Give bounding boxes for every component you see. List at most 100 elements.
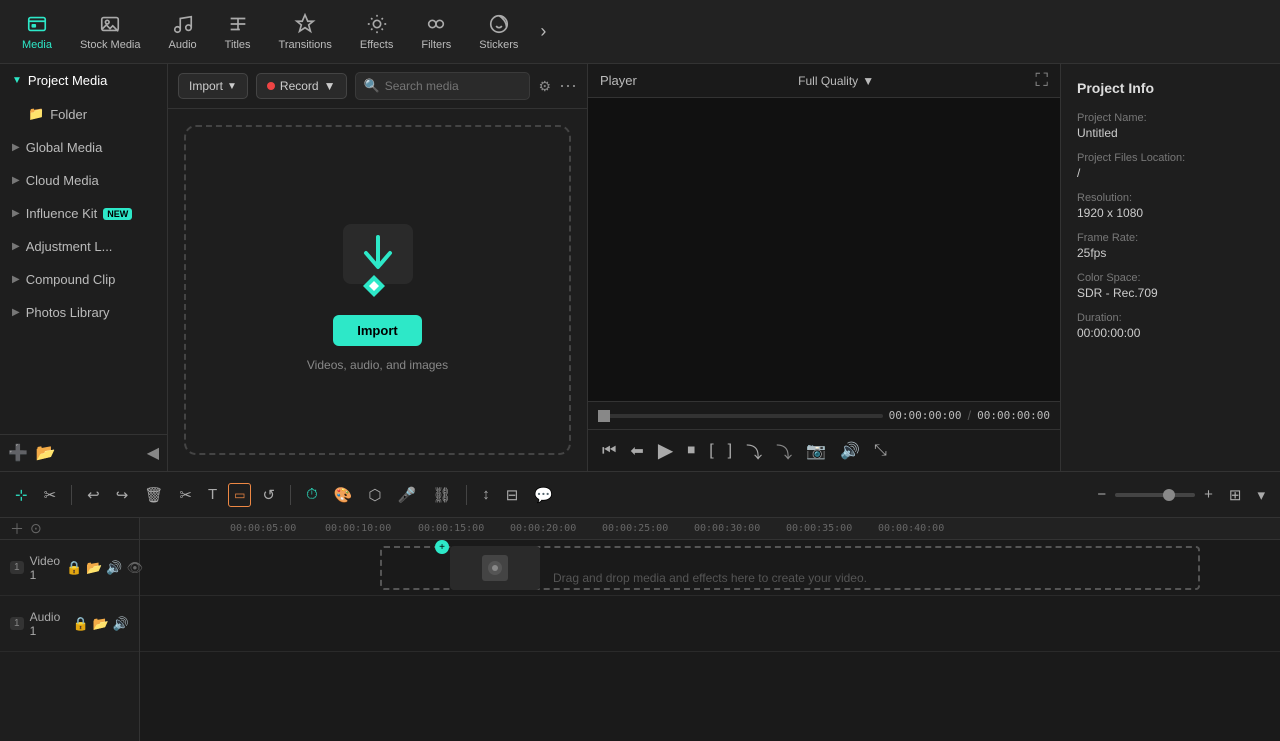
import-button[interactable]: Import ▼: [178, 73, 248, 99]
folder-icon[interactable]: 📂: [93, 616, 109, 632]
cut-button[interactable]: ✂: [174, 482, 197, 508]
timeline-ruler: 00:00:05:00 00:00:10:00 00:00:15:00 00:0…: [140, 518, 1280, 540]
mark-in-button[interactable]: [: [705, 440, 717, 462]
zoom-thumb: [1163, 489, 1175, 501]
media-drop-area[interactable]: Import Videos, audio, and images: [184, 125, 571, 455]
overwrite-button[interactable]: ⤵: [772, 437, 796, 465]
speaker-icon[interactable]: 🔊: [113, 616, 129, 632]
sidebar-item-cloud-media[interactable]: ▶ Cloud Media: [0, 164, 167, 197]
nav-more-button[interactable]: ›: [532, 15, 554, 48]
audio1-track-row[interactable]: [140, 596, 1280, 652]
more-options-button[interactable]: ▾: [1252, 482, 1270, 508]
sidebar-item-influence-kit[interactable]: ▶ Influence Kit NEW: [0, 197, 167, 230]
nav-item-transitions[interactable]: Transitions: [265, 7, 346, 57]
layout-button[interactable]: ⊞: [1224, 482, 1247, 508]
mark-out-button[interactable]: ]: [724, 440, 736, 462]
speed-button[interactable]: ⏱: [301, 482, 323, 507]
duration-row: Duration: 00:00:00:00: [1077, 312, 1264, 340]
detach-audio-button[interactable]: ⊟: [501, 482, 524, 508]
sidebar-item-adjustment[interactable]: ▶ Adjustment L...: [0, 230, 167, 263]
chevron-right-icon: ▶: [12, 208, 20, 219]
more-options-icon[interactable]: ⋯: [559, 76, 577, 97]
drop-hint-text: Videos, audio, and images: [307, 358, 448, 372]
skip-back-button[interactable]: ⏮: [598, 440, 620, 462]
nav-item-effects[interactable]: Effects: [346, 7, 407, 57]
zoom-slider[interactable]: [1115, 493, 1195, 497]
crop-button[interactable]: ▭: [228, 483, 251, 507]
preview-controls: ⏮ ⬅ ▶ ⏹ [ ] ⤵ ⤵ 📷 🔊 ⤡: [588, 429, 1060, 471]
text-button[interactable]: T: [203, 482, 222, 507]
play-button[interactable]: ▶: [654, 436, 677, 465]
ruler-tick-3: 00:00:15:00: [418, 523, 484, 534]
import-action-button[interactable]: Import: [333, 315, 421, 346]
toolbar-separator: [71, 485, 72, 505]
color-button[interactable]: 🎨: [329, 482, 358, 508]
nav-item-stock[interactable]: Stock Media: [66, 7, 155, 57]
add-track-button[interactable]: ＋: [10, 519, 24, 539]
nav-item-stickers[interactable]: Stickers: [465, 7, 532, 57]
speaker-icon[interactable]: 🔊: [106, 560, 122, 576]
video1-track-row[interactable]: + Drag and drop media and effects here t…: [140, 540, 1280, 596]
top-nav: Media Stock Media Audio Titles Transitio…: [0, 0, 1280, 64]
sidebar-item-folder[interactable]: 📁 Folder: [0, 97, 167, 131]
folder-button[interactable]: 📂: [36, 443, 56, 463]
search-input[interactable]: [385, 79, 522, 93]
edit-tool-button[interactable]: ✂: [39, 482, 62, 508]
preview-scrubber[interactable]: [598, 414, 883, 418]
redo-button[interactable]: ↪: [111, 482, 134, 508]
sidebar-item-global-media[interactable]: ▶ Global Media: [0, 131, 167, 164]
select-tool-button[interactable]: ⊹: [10, 482, 33, 508]
chevron-right-icon: ▶: [12, 175, 20, 186]
diamond-icon: [361, 273, 387, 299]
scrubber-thumb: [598, 410, 610, 422]
fullscreen-icon[interactable]: ⛶: [1035, 70, 1048, 91]
quality-select[interactable]: Full Quality ▼: [798, 74, 874, 88]
ruler-tick-2: 00:00:10:00: [325, 523, 391, 534]
stabilize-button[interactable]: ⬡: [363, 482, 386, 508]
sidebar-item-photos-library[interactable]: ▶ Photos Library: [0, 296, 167, 329]
record-dot-icon: [267, 82, 275, 90]
step-back-button[interactable]: ⬅: [626, 439, 647, 463]
import-icon-wrap: [333, 209, 423, 299]
stop-button[interactable]: ⏹: [683, 440, 699, 462]
color-space-row: Color Space: SDR - Rec.709: [1077, 272, 1264, 300]
zoom-out-button[interactable]: −: [1092, 482, 1111, 507]
undo-button[interactable]: ↩: [82, 482, 105, 508]
transform-button[interactable]: ⤡: [870, 440, 891, 462]
snapshot-button[interactable]: 📷: [802, 439, 830, 463]
chevron-down-icon: ▼: [862, 74, 874, 88]
duration-label: Duration:: [1077, 312, 1264, 324]
lock-icon[interactable]: 🔒: [66, 560, 82, 576]
timeline-tracks: + Drag and drop media and effects here t…: [140, 540, 1280, 741]
subtitle-button[interactable]: 💬: [529, 482, 558, 508]
project-files-label: Project Files Location:: [1077, 152, 1264, 164]
sidebar-item-project-media[interactable]: ▼ Project Media: [0, 64, 167, 97]
frame-rate-value: 25fps: [1077, 246, 1264, 260]
mic-button[interactable]: 🎤: [393, 482, 422, 508]
preview-scrubber-row: 00:00:00:00 / 00:00:00:00: [588, 401, 1060, 429]
collapse-sidebar-button[interactable]: ◀: [147, 443, 159, 463]
delete-button[interactable]: 🗑: [139, 482, 168, 508]
link-button[interactable]: ⛓: [427, 482, 456, 508]
motion-button[interactable]: ↺: [257, 482, 280, 508]
nav-item-titles[interactable]: Titles: [211, 7, 265, 57]
filter-icon[interactable]: ⚙: [538, 78, 551, 95]
project-name-value: Untitled: [1077, 126, 1264, 140]
folder-icon[interactable]: 📂: [86, 560, 102, 576]
ruler-tick-8: 00:00:40:00: [878, 523, 944, 534]
split-audio-button[interactable]: ↕: [477, 482, 495, 507]
lock-icon[interactable]: 🔒: [72, 616, 88, 632]
insert-button[interactable]: ⤵: [742, 437, 766, 465]
audio-button[interactable]: 🔊: [836, 439, 864, 463]
sidebar-item-compound-clip[interactable]: ▶ Compound Clip: [0, 263, 167, 296]
folder-icon: 📁: [28, 106, 44, 122]
resolution-row: Resolution: 1920 x 1080: [1077, 192, 1264, 220]
nav-item-media[interactable]: Media: [8, 7, 66, 57]
zoom-in-button[interactable]: +: [1199, 482, 1218, 507]
nav-item-filters[interactable]: Filters: [407, 7, 465, 57]
record-button[interactable]: Record ▼: [256, 73, 347, 99]
link-track-button[interactable]: ⊙: [30, 520, 42, 537]
sidebar: ▼ Project Media 📁 Folder ▶ Global Media …: [0, 64, 168, 471]
add-media-button[interactable]: ➕: [8, 443, 28, 463]
nav-item-audio[interactable]: Audio: [155, 7, 211, 57]
